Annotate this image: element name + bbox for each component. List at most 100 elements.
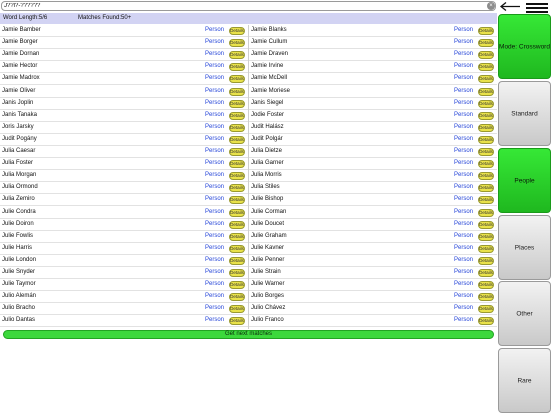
list-item[interactable]: Jamie Bamber Person Details: [0, 25, 248, 38]
details-button[interactable]: Details: [478, 244, 494, 253]
details-button[interactable]: Details: [229, 75, 245, 84]
list-item[interactable]: Julia Stiles Person Details: [249, 182, 497, 195]
details-button[interactable]: Details: [478, 111, 494, 120]
details-button[interactable]: Details: [478, 220, 494, 229]
list-item[interactable]: Judit Polgár Person Details: [249, 134, 497, 146]
details-button[interactable]: Details: [478, 172, 494, 181]
details-button[interactable]: Details: [229, 123, 245, 132]
list-item[interactable]: Jamie Madrox Person Details: [0, 73, 248, 86]
details-button[interactable]: Details: [229, 281, 245, 290]
list-item[interactable]: Julie Graham Person Details: [249, 231, 497, 243]
details-button[interactable]: Details: [478, 317, 494, 326]
list-item[interactable]: Julie London Person Details: [0, 255, 248, 267]
list-item[interactable]: Jamie Borger Person Details: [0, 37, 248, 50]
list-item[interactable]: Julio Chávez Person Details: [249, 303, 497, 316]
people-button[interactable]: People: [498, 148, 551, 213]
list-item[interactable]: Julio Borges Person Details: [249, 291, 497, 304]
details-button[interactable]: Details: [229, 256, 245, 265]
list-item[interactable]: Julio Dantas Person Details: [0, 315, 248, 328]
list-item[interactable]: Judit Pogány Person Details: [0, 134, 248, 146]
details-button[interactable]: Details: [478, 63, 494, 72]
details-button[interactable]: Details: [478, 87, 494, 96]
list-item[interactable]: Jamie McDell Person Details: [249, 73, 497, 86]
list-item[interactable]: Julia Morgan Person Details: [0, 170, 248, 183]
details-button[interactable]: Details: [229, 172, 245, 181]
list-item[interactable]: Julia Morris Person Details: [249, 170, 497, 183]
list-item[interactable]: Julia Dietze Person Details: [249, 146, 497, 159]
details-button[interactable]: Details: [478, 281, 494, 290]
details-button[interactable]: Details: [229, 220, 245, 229]
details-button[interactable]: Details: [229, 269, 245, 277]
details-button[interactable]: Details: [478, 232, 494, 241]
details-button[interactable]: Details: [478, 196, 494, 205]
list-item[interactable]: Julie Taymor Person Details: [0, 279, 248, 292]
list-item[interactable]: Julio Franco Person Details: [249, 315, 497, 328]
details-button[interactable]: Details: [478, 75, 494, 84]
details-button[interactable]: Details: [229, 196, 245, 205]
mode-crossword-button[interactable]: Mode: Crossword: [498, 14, 551, 79]
list-item[interactable]: Julie Harris Person Details: [0, 243, 248, 255]
details-button[interactable]: Details: [478, 256, 494, 265]
list-item[interactable]: Julia Ormond Person Details: [0, 182, 248, 195]
list-item[interactable]: Julie Corman Person Details: [249, 207, 497, 219]
list-item[interactable]: Julia Caesar Person Details: [0, 146, 248, 159]
list-item[interactable]: Julie Strain Person Details: [249, 267, 497, 280]
standard-button[interactable]: Standard: [498, 81, 551, 146]
details-button[interactable]: Details: [478, 123, 494, 132]
list-item[interactable]: Janis Siegel Person Details: [249, 98, 497, 110]
list-item[interactable]: Judit Halász Person Details: [249, 122, 497, 134]
list-item[interactable]: Julie Kavner Person Details: [249, 243, 497, 255]
list-item[interactable]: Julie Warner Person Details: [249, 279, 497, 292]
list-item[interactable]: Joris Jarsky Person Details: [0, 122, 248, 134]
details-button[interactable]: Details: [229, 317, 245, 326]
places-button[interactable]: Places: [498, 215, 551, 280]
hamburger-menu-icon[interactable]: [524, 0, 550, 14]
details-button[interactable]: Details: [229, 293, 245, 302]
list-item[interactable]: Julie Doucet Person Details: [249, 219, 497, 231]
search-input[interactable]: [1, 1, 496, 11]
list-item[interactable]: Jamie Blanks Person Details: [249, 25, 497, 38]
details-button[interactable]: Details: [229, 51, 245, 60]
details-button[interactable]: Details: [229, 87, 245, 96]
details-button[interactable]: Details: [478, 148, 494, 156]
left-arrow-icon[interactable]: [499, 1, 521, 12]
list-item[interactable]: Janis Joplin Person Details: [0, 98, 248, 110]
list-item[interactable]: Julie Snyder Person Details: [0, 267, 248, 280]
details-button[interactable]: Details: [229, 27, 245, 35]
list-item[interactable]: Julie Penner Person Details: [249, 255, 497, 267]
list-item[interactable]: Jamie Cullum Person Details: [249, 37, 497, 50]
list-item[interactable]: Jamie Dornan Person Details: [0, 49, 248, 62]
details-button[interactable]: Details: [478, 39, 494, 48]
details-button[interactable]: Details: [478, 160, 494, 169]
details-button[interactable]: Details: [229, 305, 245, 314]
details-button[interactable]: Details: [478, 135, 494, 144]
list-item[interactable]: Jamie Hector Person Details: [0, 61, 248, 74]
rare-button[interactable]: Rare: [498, 348, 551, 413]
details-button[interactable]: Details: [478, 184, 494, 193]
details-button[interactable]: Details: [229, 208, 245, 217]
list-item[interactable]: Julia Foster Person Details: [0, 158, 248, 171]
list-item[interactable]: Julie Condra Person Details: [0, 207, 248, 219]
details-button[interactable]: Details: [478, 293, 494, 302]
details-button[interactable]: Details: [229, 184, 245, 193]
list-item[interactable]: Jamie Draven Person Details: [249, 49, 497, 62]
list-item[interactable]: Julio Alemán Person Details: [0, 291, 248, 304]
get-next-matches-button[interactable]: Get next matches: [3, 330, 494, 339]
list-item[interactable]: Julie Fowlis Person Details: [0, 231, 248, 243]
details-button[interactable]: Details: [478, 27, 494, 35]
details-button[interactable]: Details: [478, 305, 494, 314]
other-button[interactable]: Other: [498, 281, 551, 346]
details-button[interactable]: Details: [478, 269, 494, 277]
details-button[interactable]: Details: [478, 99, 494, 108]
list-item[interactable]: Jamie Moriese Person Details: [249, 86, 497, 98]
list-item[interactable]: Julie Bishop Person Details: [249, 194, 497, 207]
list-item[interactable]: Julie Doiron Person Details: [0, 219, 248, 231]
list-item[interactable]: Jodie Foster Person Details: [249, 110, 497, 122]
details-button[interactable]: Details: [229, 63, 245, 72]
list-item[interactable]: Jamie Irvine Person Details: [249, 61, 497, 74]
details-button[interactable]: Details: [229, 148, 245, 156]
details-button[interactable]: Details: [478, 208, 494, 217]
details-button[interactable]: Details: [229, 39, 245, 48]
list-item[interactable]: Julia Zemiro Person Details: [0, 194, 248, 207]
clear-icon[interactable]: ×: [487, 2, 495, 10]
